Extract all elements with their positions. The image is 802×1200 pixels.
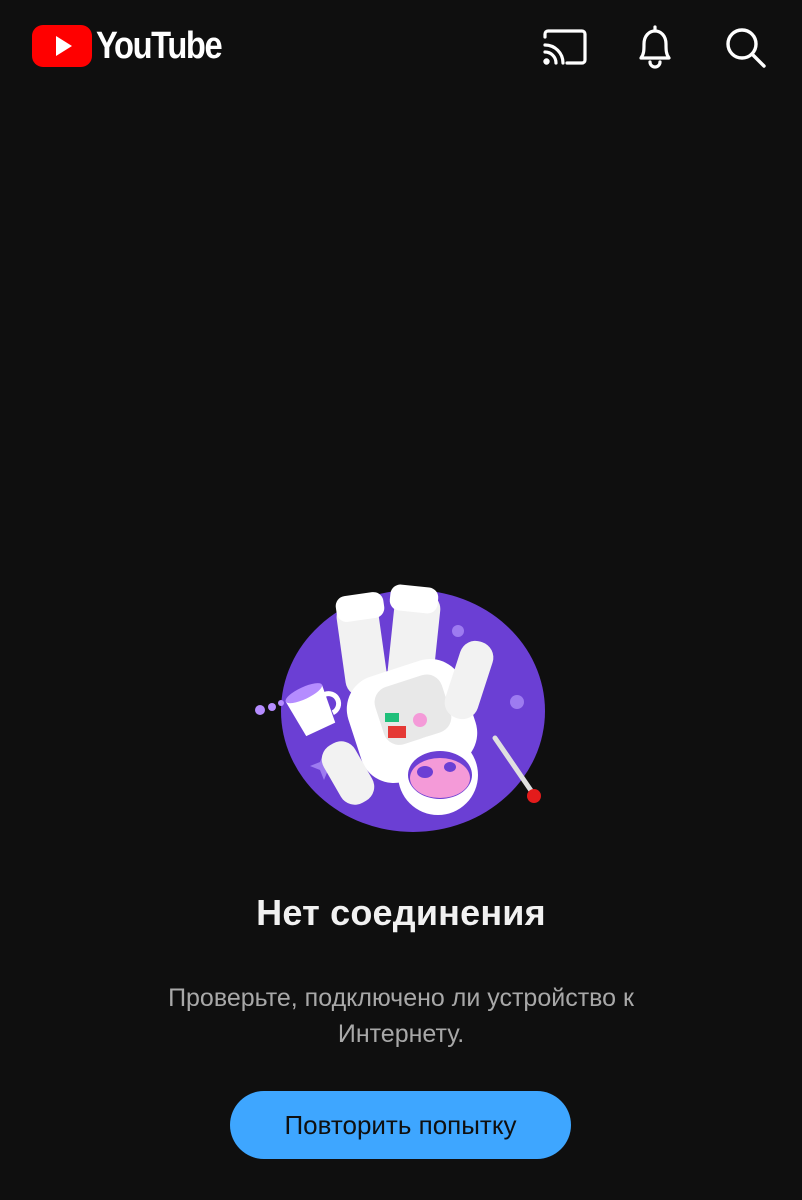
- notifications-button[interactable]: [630, 22, 680, 72]
- error-message: Проверьте, подключено ли устройство к Ин…: [168, 984, 634, 1048]
- youtube-logo[interactable]: YouTube: [32, 24, 242, 68]
- logo-wordmark: YouTube: [96, 25, 223, 67]
- floating-astronaut-illustration: [255, 584, 545, 832]
- search-button[interactable]: [720, 22, 770, 72]
- top-app-bar: YouTube: [0, 0, 802, 92]
- error-title: Нет соединения: [256, 892, 546, 933]
- app-screen: YouTube Нет соединения Проверьте, подклю…: [0, 0, 802, 1200]
- youtube-play-icon: [32, 25, 92, 67]
- search-icon: [726, 28, 766, 68]
- bell-icon: [639, 25, 671, 69]
- retry-button[interactable]: Повторить попытку: [230, 1091, 571, 1159]
- cast-icon: [543, 29, 587, 65]
- cast-button[interactable]: [540, 22, 590, 72]
